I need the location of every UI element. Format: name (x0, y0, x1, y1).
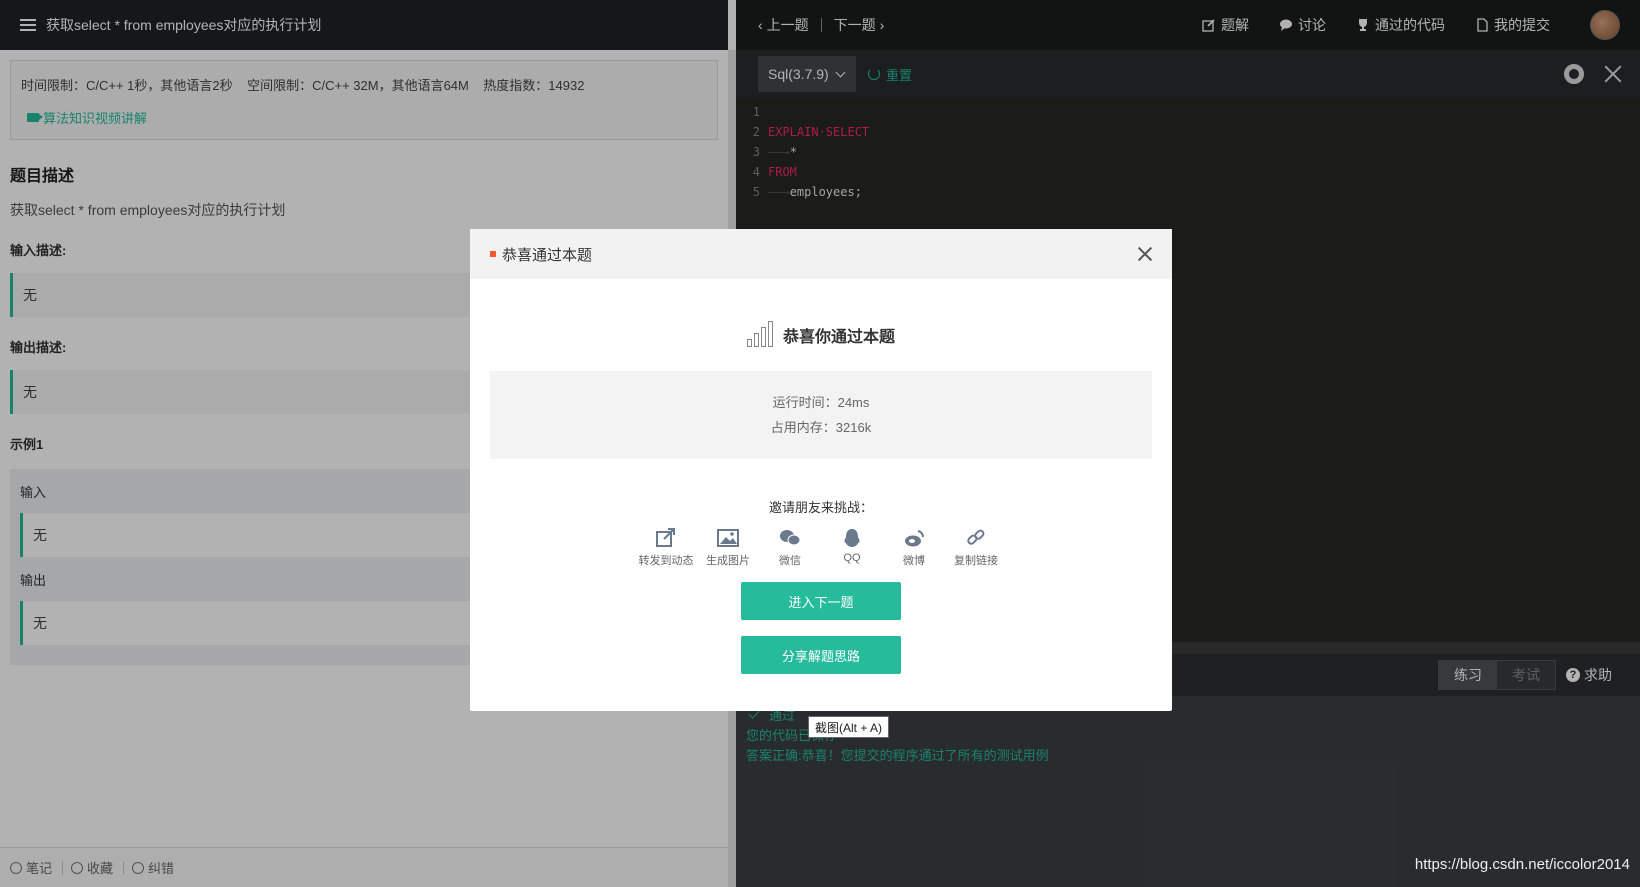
wechat-label: 微信 (779, 555, 801, 567)
qq-share-button[interactable]: QQ (821, 528, 883, 568)
copy-link-button[interactable]: 复制链接 (945, 528, 1007, 568)
modal-header: 恭喜通过本题 (470, 229, 1172, 279)
next-problem-button[interactable]: 进入下一题 (741, 582, 901, 620)
qq-label: QQ (843, 552, 861, 564)
share-external-icon (656, 528, 675, 547)
qq-icon (844, 529, 860, 547)
close-icon[interactable] (1138, 247, 1152, 261)
wechat-share-button[interactable]: 微信 (759, 528, 821, 568)
memory-usage: 占用内存：3216k (770, 420, 872, 435)
success-modal: 恭喜通过本题 恭喜你通过本题 运行时间：24ms 占用内存：3216k 邀请朋友… (470, 229, 1172, 711)
success-banner: 恭喜你通过本题 (470, 319, 1172, 347)
weibo-icon (905, 530, 925, 547)
title-marker (490, 251, 496, 257)
stats-box: 运行时间：24ms 占用内存：3216k (490, 371, 1152, 459)
share-to-feed-label: 转发到动态 (638, 555, 694, 567)
run-time: 运行时间：24ms (772, 395, 870, 410)
share-options: 转发到动态 生成图片 微信 QQ 微博 复制链接 (470, 528, 1172, 568)
wechat-icon (780, 530, 801, 546)
image-icon (717, 529, 739, 547)
success-text: 恭喜你通过本题 (782, 329, 895, 346)
invite-label: 邀请朋友来挑战： (768, 500, 873, 515)
screenshot-tooltip: 截图(Alt + A) (808, 716, 890, 738)
watermark: https://blog.csdn.net/iccolor2014 (1414, 856, 1630, 873)
share-to-feed-button[interactable]: 转发到动态 (635, 528, 697, 568)
link-icon (967, 529, 985, 545)
modal-title: 恭喜通过本题 (502, 246, 593, 264)
copy-link-label: 复制链接 (954, 555, 998, 567)
share-solution-button[interactable]: 分享解题思路 (741, 636, 901, 674)
weibo-share-button[interactable]: 微博 (883, 528, 945, 568)
generate-image-button[interactable]: 生成图片 (697, 528, 759, 568)
generate-image-label: 生成图片 (706, 555, 750, 567)
rising-chart-icon (746, 319, 775, 347)
weibo-label: 微博 (903, 555, 925, 567)
